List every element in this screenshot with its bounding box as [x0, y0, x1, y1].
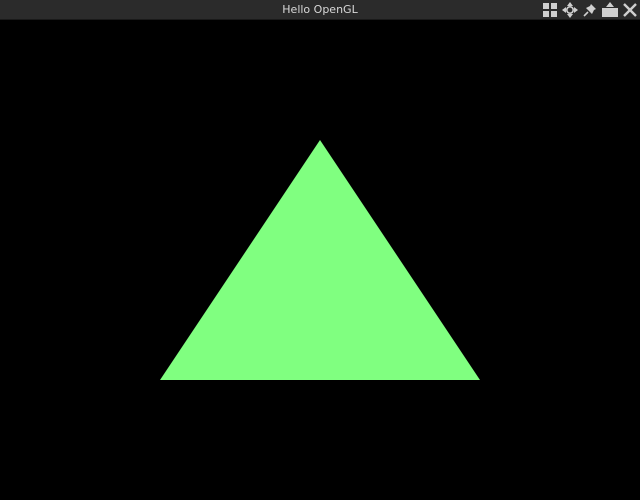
tile-layout-icon: [543, 3, 557, 17]
scene-canvas: [0, 20, 640, 500]
pin-icon: [583, 4, 596, 17]
pin-button[interactable]: [580, 0, 600, 20]
tile-layout-button[interactable]: [540, 0, 560, 20]
title-bar[interactable]: Hello OpenGL: [0, 0, 640, 20]
opengl-viewport[interactable]: [0, 20, 640, 500]
minimize-button[interactable]: [600, 0, 620, 20]
move-button[interactable]: [560, 0, 580, 20]
app-window: Hello OpenGL: [0, 0, 640, 500]
close-button[interactable]: [620, 0, 640, 20]
close-icon: [623, 3, 637, 17]
minimize-icon: [602, 2, 618, 17]
window-controls: [540, 0, 640, 20]
move-icon: [562, 2, 578, 18]
